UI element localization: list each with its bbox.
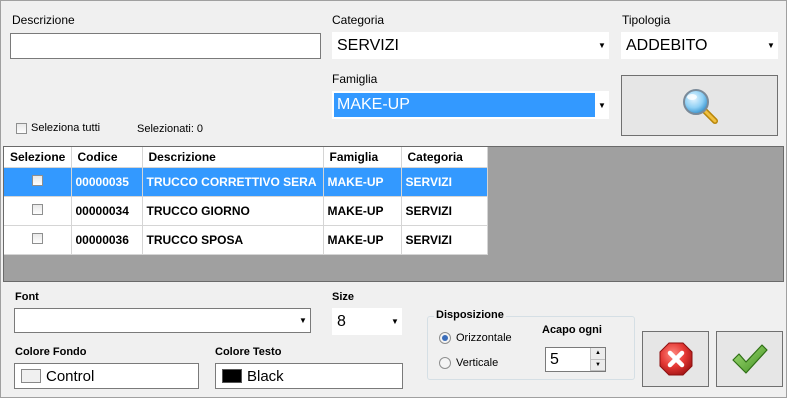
column-header-famiglia[interactable]: Famiglia bbox=[323, 147, 402, 168]
table-row[interactable]: 00000034 TRUCCO GIORNO MAKE-UP SERVIZI bbox=[4, 196, 488, 226]
cell-famiglia: MAKE-UP bbox=[323, 167, 402, 197]
seleziona-tutti-checkbox[interactable]: Seleziona tutti bbox=[16, 122, 100, 134]
colore-fondo-swatch bbox=[21, 369, 41, 383]
tipologia-value: ADDEBITO bbox=[626, 36, 708, 54]
chevron-down-icon[interactable]: ▼ bbox=[296, 309, 310, 332]
chevron-down-icon[interactable]: ▼ bbox=[591, 359, 605, 371]
row-select-cell[interactable] bbox=[4, 225, 72, 255]
chevron-down-icon[interactable]: ▼ bbox=[388, 308, 402, 335]
cell-codice: 00000036 bbox=[71, 225, 143, 255]
acapo-label: Acapo ogni bbox=[542, 324, 602, 336]
size-value: 8 bbox=[337, 312, 346, 330]
size-label: Size bbox=[332, 291, 355, 303]
row-checkbox[interactable] bbox=[31, 232, 43, 244]
checkbox-box[interactable] bbox=[16, 122, 27, 134]
colore-testo-swatch bbox=[222, 369, 242, 383]
tipologia-label: Tipologia bbox=[622, 13, 671, 27]
radio-button-on[interactable] bbox=[439, 332, 451, 344]
cell-descrizione: TRUCCO CORRETTIVO SERA bbox=[142, 167, 324, 197]
seleziona-tutti-label: Seleziona tutti bbox=[31, 122, 101, 134]
cell-famiglia: MAKE-UP bbox=[323, 225, 402, 255]
colore-testo-picker[interactable]: Black bbox=[215, 363, 403, 389]
descrizione-input[interactable] bbox=[10, 33, 321, 59]
cancel-x-icon bbox=[659, 342, 692, 376]
cell-categoria: SERVIZI bbox=[401, 167, 488, 197]
cell-categoria: SERVIZI bbox=[401, 225, 488, 255]
categoria-value: SERVIZI bbox=[337, 36, 399, 54]
table-header-row: Selezione Codice Descrizione Famiglia Ca… bbox=[4, 147, 488, 168]
acapo-stepper[interactable]: 5 ▲ ▼ bbox=[545, 347, 606, 372]
column-header-descrizione[interactable]: Descrizione bbox=[142, 147, 324, 168]
famiglia-value: MAKE-UP bbox=[334, 93, 595, 117]
orizzontale-radio[interactable]: Orizzontale bbox=[439, 332, 512, 344]
row-checkbox[interactable] bbox=[31, 174, 43, 186]
confirm-button[interactable] bbox=[716, 331, 783, 387]
famiglia-select[interactable]: MAKE-UP ▼ bbox=[332, 91, 609, 119]
column-header-codice[interactable]: Codice bbox=[71, 147, 143, 168]
descrizione-label: Descrizione bbox=[12, 13, 75, 27]
row-select-cell[interactable] bbox=[4, 167, 72, 197]
disposizione-label: Disposizione bbox=[434, 309, 506, 321]
colore-testo-label: Colore Testo bbox=[215, 346, 282, 358]
column-header-selezione[interactable]: Selezione bbox=[4, 147, 72, 168]
cancel-button[interactable] bbox=[642, 331, 709, 387]
size-select[interactable]: 8 ▼ bbox=[332, 308, 402, 335]
radio-button-off[interactable] bbox=[439, 357, 451, 369]
table-row[interactable]: 00000036 TRUCCO SPOSA MAKE-UP SERVIZI bbox=[4, 225, 488, 255]
tipologia-select[interactable]: ADDEBITO ▼ bbox=[621, 32, 778, 59]
chevron-down-icon[interactable]: ▼ bbox=[595, 91, 609, 119]
chevron-up-icon[interactable]: ▲ bbox=[591, 348, 605, 360]
colore-fondo-picker[interactable]: Control bbox=[14, 363, 199, 389]
column-header-categoria[interactable]: Categoria bbox=[401, 147, 488, 168]
row-checkbox[interactable] bbox=[31, 203, 43, 215]
cell-famiglia: MAKE-UP bbox=[323, 196, 402, 226]
cell-descrizione: TRUCCO SPOSA bbox=[142, 225, 324, 255]
magnifier-icon bbox=[682, 88, 718, 124]
verticale-label: Verticale bbox=[456, 357, 499, 369]
categoria-label: Categoria bbox=[332, 13, 385, 27]
cell-categoria: SERVIZI bbox=[401, 196, 488, 226]
cell-codice: 00000035 bbox=[71, 167, 143, 197]
font-label: Font bbox=[15, 291, 39, 303]
famiglia-label: Famiglia bbox=[332, 72, 378, 86]
search-button[interactable] bbox=[621, 75, 778, 136]
categoria-select[interactable]: SERVIZI ▼ bbox=[332, 32, 609, 59]
cell-codice: 00000034 bbox=[71, 196, 143, 226]
font-select[interactable]: ▼ bbox=[14, 308, 311, 333]
row-select-cell[interactable] bbox=[4, 196, 72, 226]
acapo-value: 5 bbox=[550, 350, 559, 368]
colore-fondo-value: Control bbox=[46, 367, 95, 385]
table-row[interactable]: 00000035 TRUCCO CORRETTIVO SERA MAKE-UP … bbox=[4, 167, 488, 197]
colore-fondo-label: Colore Fondo bbox=[15, 346, 87, 358]
items-grid[interactable]: Selezione Codice Descrizione Famiglia Ca… bbox=[3, 146, 784, 282]
items-table: Selezione Codice Descrizione Famiglia Ca… bbox=[4, 147, 488, 255]
checkmark-icon bbox=[731, 344, 768, 374]
orizzontale-label: Orizzontale bbox=[456, 332, 512, 344]
chevron-down-icon[interactable]: ▼ bbox=[764, 32, 778, 59]
chevron-down-icon[interactable]: ▼ bbox=[595, 32, 609, 59]
colore-testo-value: Black bbox=[247, 367, 284, 385]
selezionati-count: Selezionati: 0 bbox=[137, 123, 204, 135]
cell-descrizione: TRUCCO GIORNO bbox=[142, 196, 324, 226]
verticale-radio[interactable]: Verticale bbox=[439, 357, 498, 369]
